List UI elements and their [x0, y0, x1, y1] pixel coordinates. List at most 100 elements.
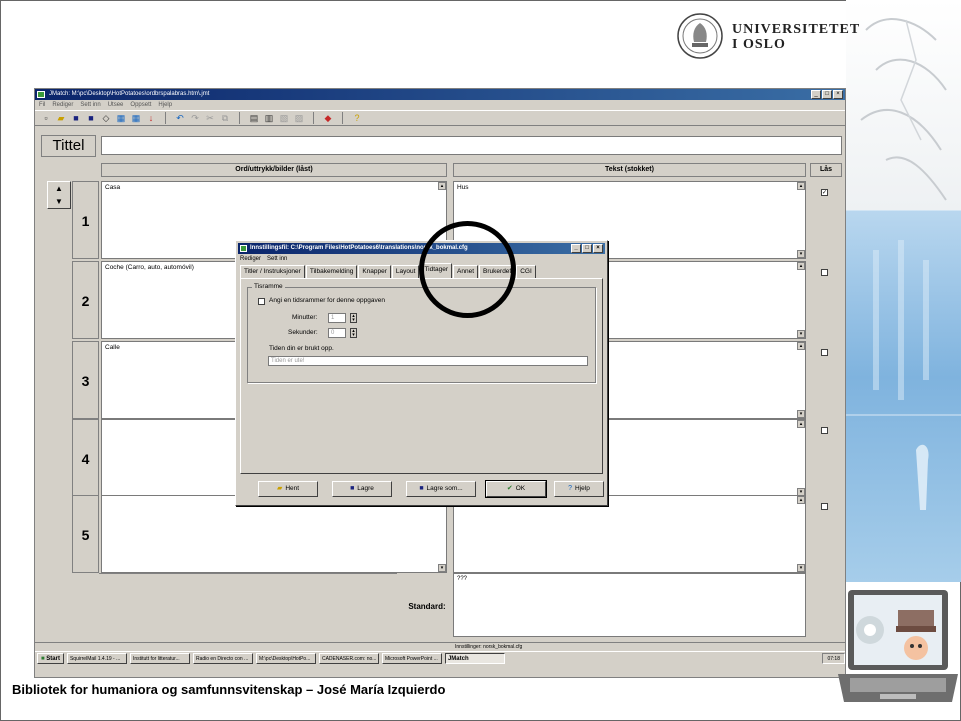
taskbar-item[interactable]: Institutt for litteratur... [129, 653, 190, 664]
row-number: 4 [72, 419, 99, 497]
save-as-button-label: Lagre som... [426, 485, 463, 492]
time-limit-checkbox-label: Angi en tidsrammer for denne oppgaven [269, 297, 385, 304]
start-button[interactable]: ■ Start [37, 653, 64, 664]
ok-button[interactable]: ✔ OK [485, 480, 547, 498]
group-label: Tisramme [252, 283, 285, 290]
tab-tilbakemelding[interactable]: Tilbakemelding [305, 265, 358, 278]
floppy-icon: ■ [419, 485, 424, 492]
footer-text: Bibliotek for humaniora og samfunnsviten… [12, 682, 446, 697]
save-button[interactable]: ■ Lagre [332, 481, 392, 497]
laptop-illustration [838, 590, 958, 702]
undo-icon[interactable]: ↶ [175, 113, 185, 123]
insert-icon[interactable]: ↓ [146, 113, 156, 123]
time-limit-checkbox[interactable] [258, 298, 265, 305]
university-logo: UNIVERSITETET I OSLO [676, 12, 859, 68]
standard-text-box[interactable]: ??? [453, 573, 806, 637]
minutes-input[interactable]: 1 [328, 313, 346, 323]
menu-rediger[interactable]: Rediger [52, 100, 73, 110]
scroll-down-icon[interactable]: ▾ [797, 564, 805, 572]
tab-layout[interactable]: Layout [391, 265, 420, 278]
taskbar-item[interactable]: Radio en Directo con ... [192, 653, 253, 664]
left-text-cell[interactable]: ▾ [101, 495, 447, 573]
config-icon[interactable]: ▧ [279, 113, 289, 123]
standard-text: ??? [457, 576, 468, 582]
scroll-up-icon[interactable]: ▴ [797, 496, 805, 504]
university-name: UNIVERSITETET I OSLO [732, 22, 860, 52]
export-icon[interactable]: ▦ [131, 113, 141, 123]
standard-label: Standard: [408, 602, 446, 611]
dialog-menu-sett-inn[interactable]: Sett inn [267, 255, 287, 263]
tab-titler[interactable]: Titler / Instruksjoner [240, 265, 305, 278]
menu-oppsett[interactable]: Oppsett [130, 100, 151, 110]
scroll-down-icon[interactable]: ▾ [797, 250, 805, 258]
table-icon[interactable]: ▥ [264, 113, 274, 123]
window-titlebar[interactable]: JMatch: M:\pc\Desktop\HotPotatoes\ordbrs… [35, 89, 845, 100]
tidtager-panel: Tisramme Angi en tidsrammer for denne op… [240, 278, 603, 474]
menu-bar: Fil Rediger Sett inn Utsee Oppsett Hjelp [35, 100, 845, 110]
scroll-down-icon[interactable]: ▾ [797, 330, 805, 338]
scroll-down-icon[interactable]: ▾ [438, 564, 446, 572]
time-up-input[interactable]: Tiden er ute! [268, 356, 588, 366]
taskbar-item[interactable]: CADENASER.com: no... [318, 653, 379, 664]
taskbar-item[interactable]: SquirrelMail 1.4.19 - ... [66, 653, 127, 664]
lock-checkbox[interactable] [821, 349, 828, 356]
scroll-up-icon[interactable]: ▴ [797, 342, 805, 350]
redo-icon[interactable]: ↷ [190, 113, 200, 123]
right-text-cell[interactable]: ▴ ▾ [453, 495, 806, 573]
taskbar-item[interactable]: Microsoft PowerPoint ... [381, 653, 442, 664]
help-icon[interactable]: ? [352, 113, 362, 123]
menu-sett-inn[interactable]: Sett inn [80, 100, 100, 110]
menu-fil[interactable]: Fil [39, 100, 45, 110]
scroll-up-icon[interactable]: ▴ [797, 182, 805, 190]
tab-knapper[interactable]: Knapper [358, 265, 391, 278]
dialog-menu-rediger[interactable]: Rediger [240, 255, 261, 263]
preview-icon[interactable]: ▨ [294, 113, 304, 123]
menu-utsee[interactable]: Utsee [108, 100, 124, 110]
lock-checkbox[interactable]: ✓ [821, 189, 828, 196]
dialog-maximize-button[interactable]: □ [582, 244, 592, 253]
row-number: 3 [72, 341, 99, 419]
dialog-close-button[interactable]: × [593, 244, 603, 253]
scroll-up-icon[interactable]: ▴ [438, 182, 446, 190]
save-as-icon[interactable]: ■ [86, 113, 96, 123]
help-button[interactable]: ? Hjelp [554, 481, 604, 497]
status-bar: Innstillinger: norsk_bokmal.cfg [35, 642, 845, 651]
paste-icon[interactable]: ▤ [249, 113, 259, 123]
right-cell-text: Hus [457, 184, 469, 191]
dialog-minimize-button[interactable]: _ [571, 244, 581, 253]
load-button[interactable]: ▰ Hent [258, 481, 318, 497]
row-number: 2 [72, 261, 99, 339]
taskbar-item[interactable]: M:\pc\Desktop\HotPo... [255, 653, 316, 664]
dialog-app-icon [240, 245, 247, 252]
minimize-button[interactable]: _ [811, 90, 821, 99]
open-icon[interactable]: ▰ [56, 113, 66, 123]
seconds-label: Sekunder: [288, 329, 318, 336]
copy-icon[interactable]: ⧉ [220, 113, 230, 123]
tittel-input[interactable] [101, 136, 842, 155]
seconds-spinner[interactable]: ▴ ▾ [350, 328, 357, 338]
lock-checkbox[interactable] [821, 427, 828, 434]
settings-icon[interactable]: ◆ [323, 113, 333, 123]
lock-checkbox[interactable] [821, 269, 828, 276]
menu-hjelp[interactable]: Hjelp [158, 100, 172, 110]
scroll-down-icon[interactable]: ▾ [797, 410, 805, 418]
cut-icon[interactable]: ✂ [205, 113, 215, 123]
minutes-spinner[interactable]: ▴ ▾ [350, 313, 357, 323]
seconds-input[interactable]: 0 [328, 328, 346, 338]
taskbar-item-active[interactable]: JMatch [444, 653, 505, 664]
web-page-icon[interactable]: ▦ [116, 113, 126, 123]
windows-logo-icon: ■ [41, 656, 45, 662]
load-button-label: Hent [285, 485, 300, 492]
tab-cgi[interactable]: CGI [516, 265, 536, 278]
save-as-button[interactable]: ■ Lagre som... [406, 481, 476, 497]
scroll-up-icon[interactable]: ▴ [797, 262, 805, 270]
blue-gradient-decoration [846, 209, 961, 582]
close-button[interactable]: × [833, 90, 843, 99]
row-scroll-spinner[interactable]: ▲ ▼ [47, 181, 71, 209]
scroll-up-icon[interactable]: ▴ [797, 420, 805, 428]
eraser-icon[interactable]: ◇ [101, 113, 111, 123]
maximize-button[interactable]: □ [822, 90, 832, 99]
lock-checkbox[interactable] [821, 503, 828, 510]
new-icon[interactable]: ▫ [41, 113, 51, 123]
save-icon[interactable]: ■ [71, 113, 81, 123]
